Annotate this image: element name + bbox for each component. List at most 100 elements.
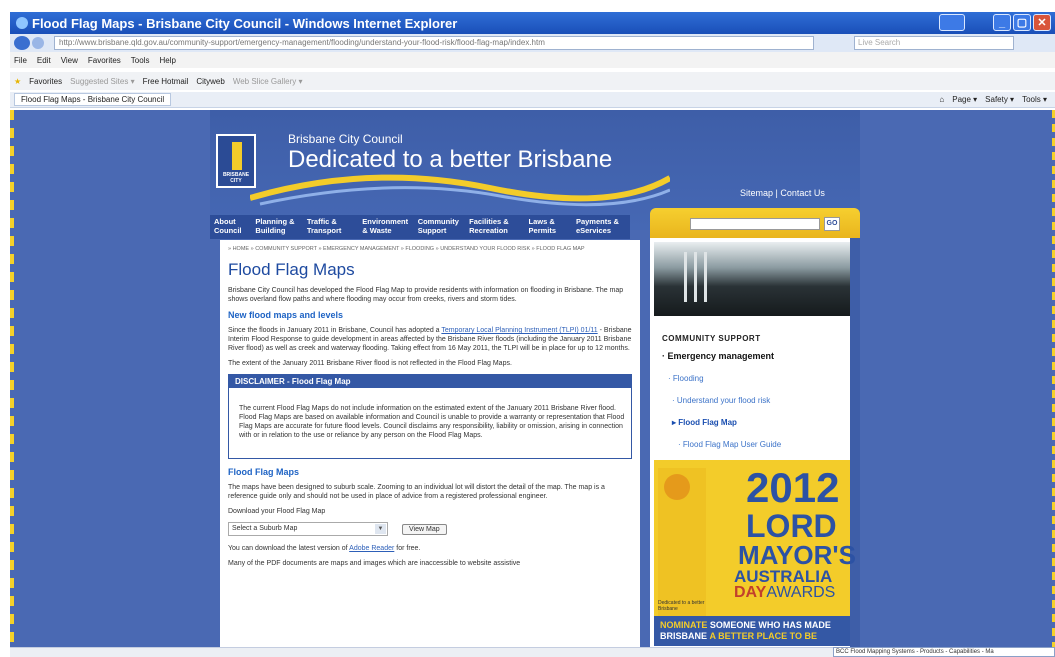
right-column-panel: COMMUNITY SUPPORT · Emergency management… — [650, 238, 856, 647]
nav-about-council[interactable]: About Council — [214, 217, 248, 237]
right-column: COMMUNITY SUPPORT · Emergency management… — [650, 238, 860, 647]
section-new-flood-maps-text: Since the floods in January 2011 in Bris… — [228, 326, 632, 353]
download-label: Download your Flood Flag Map — [228, 508, 326, 515]
tools-menu[interactable]: Tools ▾ — [1022, 95, 1047, 104]
photo-pillar — [704, 252, 707, 302]
suburb-map-select[interactable]: Select a Suburb Map ▼ — [228, 522, 388, 536]
sidenav-heading[interactable]: COMMUNITY SUPPORT — [662, 334, 847, 343]
adobe-text-b: for free. — [394, 545, 421, 552]
main-navigation: About Council Planning & Building Traffi… — [210, 215, 630, 239]
city-hall-icon — [232, 142, 242, 170]
favorites-button[interactable]: Favorites — [29, 77, 62, 86]
url-input[interactable]: http://www.brisbane.qld.gov.au/community… — [54, 36, 814, 50]
favorites-star-icon[interactable]: ★ — [14, 77, 21, 86]
tab-flood-flag-maps[interactable]: Flood Flag Maps - Brisbane City Council — [14, 93, 172, 106]
fav-cityweb[interactable]: Cityweb — [196, 77, 224, 86]
command-bar: ⌂ Page ▾ Safety ▾ Tools ▾ — [939, 95, 1047, 104]
menu-favorites[interactable]: Favorites — [88, 56, 121, 65]
breadcrumb[interactable]: » HOME » COMMUNITY SUPPORT » EMERGENCY M… — [228, 246, 632, 252]
page-menu[interactable]: Page ▾ — [952, 95, 977, 104]
maximize-icon[interactable]: ▢ — [1013, 14, 1031, 31]
sidenav-understand-flood-risk[interactable]: · Understand your flood risk — [662, 396, 847, 405]
back-icon[interactable] — [14, 36, 30, 50]
fav-suggested-sites[interactable]: Suggested Sites ▾ — [70, 77, 135, 86]
favorites-bar: ★ Favorites Suggested Sites ▾ Free Hotma… — [10, 72, 1055, 90]
minimize-icon[interactable]: _ — [993, 14, 1011, 31]
search-input[interactable]: Live Search — [854, 36, 1014, 50]
main-content: » HOME » COMMUNITY SUPPORT » EMERGENCY M… — [220, 240, 640, 647]
menu-file[interactable]: File — [14, 56, 27, 65]
menu-edit[interactable]: Edit — [37, 56, 51, 65]
council-name: Brisbane City Council — [288, 132, 403, 146]
page-title: Flood Flag Maps — [228, 260, 355, 279]
section1-note: The extent of the January 2011 Brisbane … — [228, 360, 512, 367]
sidenav-flood-flag-map-user-guide[interactable]: · Flood Flag Map User Guide — [662, 440, 847, 449]
nav-payments-eservices[interactable]: Payments & eServices — [576, 217, 626, 237]
banner-nominate[interactable]: NOMINATE SOMEONE WHO HAS MADE BRISBANE A… — [654, 616, 850, 646]
site-search-input[interactable] — [690, 218, 820, 230]
close-icon[interactable]: ✕ — [1033, 14, 1051, 31]
section-new-flood-maps-heading: New flood maps and levels — [228, 310, 344, 320]
map-select-row: Select a Suburb Map ▼ View Map — [228, 522, 632, 536]
ie-logo-icon — [16, 17, 28, 29]
suburb-map-select-value: Select a Suburb Map — [232, 525, 298, 532]
flood-photo — [654, 242, 850, 316]
menu-bar: File Edit View Favorites Tools Help — [10, 52, 1055, 68]
adobe-reader-text: You can download the latest version of A… — [228, 544, 632, 553]
swoosh-graphic — [250, 174, 670, 207]
adobe-text-a: You can download the latest version of — [228, 545, 350, 552]
fav-web-slice[interactable]: Web Slice Gallery ▾ — [233, 77, 303, 86]
banner-mayors: MAYOR'S — [738, 540, 856, 570]
nav-facilities-recreation[interactable]: Facilities & Recreation — [469, 217, 521, 237]
nav-environment-waste[interactable]: Environment & Waste — [362, 217, 410, 237]
site-search-panel: GO — [650, 208, 860, 238]
site-search-button[interactable]: GO — [824, 217, 840, 231]
sidenav-flood-flag-map[interactable]: ▸ Flood Flag Map — [662, 418, 847, 427]
safety-menu[interactable]: Safety ▾ — [985, 95, 1014, 104]
left-border-decoration — [10, 110, 14, 647]
view-map-button[interactable]: View Map — [402, 523, 447, 535]
banner-small-text: Dedicated to a better Brisbane — [658, 600, 705, 612]
nav-planning-building[interactable]: Planning & Building — [255, 217, 299, 237]
menu-help[interactable]: Help — [159, 56, 175, 65]
section1-text-a: Since the floods in January 2011 in Bris… — [228, 327, 442, 334]
nav-laws-permits[interactable]: Laws & Permits — [529, 217, 569, 237]
section-flood-flag-maps-heading: Flood Flag Maps — [228, 467, 299, 477]
tlpi-link[interactable]: Temporary Local Planning Instrument (TLP… — [441, 327, 597, 334]
tab-bar: Flood Flag Maps - Brisbane City Council … — [10, 92, 1055, 108]
banner-lord: LORD — [746, 508, 837, 544]
disclaimer-text: The current Flood Flag Maps do not inclu… — [239, 405, 625, 439]
adobe-reader-link[interactable]: Adobe Reader — [349, 545, 394, 552]
home-icon[interactable]: ⌂ — [939, 95, 944, 104]
nav-community-support[interactable]: Community Support — [418, 217, 462, 237]
disclaimer-title: DISCLAIMER - Flood Flag Map — [229, 375, 631, 388]
banner-year: 2012 — [746, 464, 840, 511]
disclaimer-box: DISCLAIMER - Flood Flag Map The current … — [228, 374, 632, 459]
menu-tools[interactable]: Tools — [131, 56, 150, 65]
sidenav-flooding[interactable]: · Flooding — [662, 374, 847, 383]
photo-pillar — [694, 252, 697, 302]
nav-traffic-transport[interactable]: Traffic & Transport — [307, 217, 355, 237]
photo-pillar — [684, 252, 687, 302]
menu-view[interactable]: View — [61, 56, 78, 65]
section-flood-flag-maps-text: The maps have been designed to suburb sc… — [228, 484, 605, 500]
chevron-down-icon[interactable]: ▼ — [375, 524, 386, 534]
utility-links[interactable]: Sitemap | Contact Us — [740, 188, 825, 198]
window-titlebar: Flood Flag Maps - Brisbane City Council … — [10, 12, 1055, 34]
browser-viewport: BRISBANE CITY Brisbane City Council Dedi… — [10, 110, 1055, 647]
sidenav-emergency-management[interactable]: · Emergency management — [662, 351, 847, 361]
side-navigation: COMMUNITY SUPPORT · Emergency management… — [662, 334, 847, 462]
fav-free-hotmail[interactable]: Free Hotmail — [143, 77, 189, 86]
forward-icon[interactable] — [32, 37, 44, 49]
logo-text: BRISBANE CITY — [222, 172, 250, 184]
web-page: BRISBANE CITY Brisbane City Council Dedi… — [210, 110, 860, 647]
address-bar: http://www.brisbane.qld.gov.au/community… — [10, 34, 1055, 52]
lord-mayors-awards-banner[interactable]: Dedicated to a better Brisbane 2012 LORD… — [654, 460, 856, 646]
intro-text: Brisbane City Council has developed the … — [228, 287, 624, 303]
window-extra-button[interactable] — [939, 14, 965, 31]
australia-day-medal-icon — [664, 474, 690, 500]
banner-day-awards: DAYAWARDS — [734, 584, 836, 601]
window-title: Flood Flag Maps - Brisbane City Council … — [32, 15, 458, 31]
accessibility-note: Many of the PDF documents are maps and i… — [228, 560, 521, 567]
taskbar-item[interactable]: BCC Flood Mapping Systems - Products - C… — [833, 647, 1055, 657]
